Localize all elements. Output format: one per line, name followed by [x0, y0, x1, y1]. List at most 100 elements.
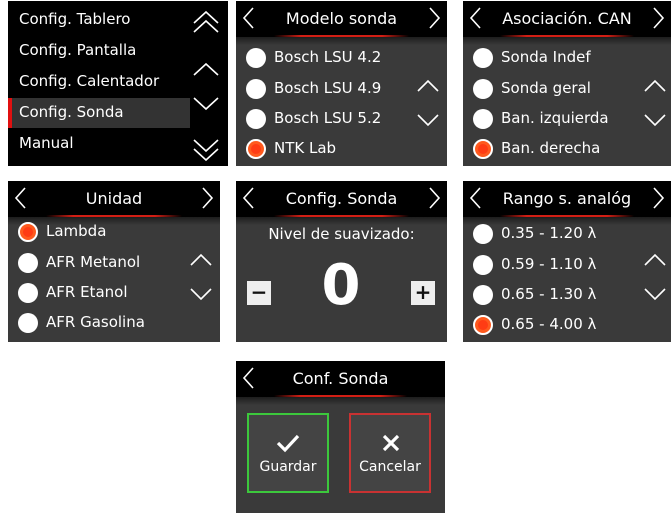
chevron-up-icon[interactable] — [192, 61, 220, 77]
config-menu-panel: Config. Tablero Config. Pantalla Config.… — [8, 1, 228, 166]
radio-option-sonda-geral[interactable]: Sonda geral — [463, 76, 633, 102]
panel-header: Modelo sonda — [236, 1, 447, 45]
chevron-right-icon[interactable] — [652, 6, 666, 30]
panel-title: Config. Sonda — [285, 189, 398, 208]
decrease-button[interactable]: − — [247, 280, 271, 305]
menu-item-config-calentador[interactable]: Config. Calentador — [8, 67, 190, 97]
chevron-up-icon[interactable] — [189, 253, 213, 267]
panel-header: Conf. Sonda — [236, 361, 445, 405]
radio-selected-icon[interactable] — [18, 222, 38, 242]
double-chevron-up-icon[interactable] — [192, 9, 220, 35]
header-shadow — [236, 217, 447, 225]
radio-icon[interactable] — [473, 255, 493, 275]
radio-label: 0.65 - 4.00 λ — [501, 315, 597, 333]
radio-option-range-2[interactable]: 0.59 - 1.10 λ — [463, 252, 633, 278]
radio-label: AFR Gasolina — [46, 313, 145, 331]
menu-item-label: Config. Tablero — [19, 10, 131, 28]
menu-item-label: Config. Calentador — [19, 72, 160, 90]
radio-icon[interactable] — [18, 313, 38, 333]
unidad-panel: Unidad Lambda AFR Metanol AFR Etanol AFR… — [8, 181, 220, 342]
radio-option-afr-metanol[interactable]: AFR Metanol — [8, 250, 178, 276]
chevron-up-icon[interactable] — [416, 79, 440, 93]
smoothing-value: 0 — [321, 253, 361, 318]
menu-item-config-sonda[interactable]: Config. Sonda — [8, 98, 190, 128]
radio-label: 0.59 - 1.10 λ — [501, 255, 597, 273]
panel-title: Rango s. analóg — [502, 189, 632, 208]
radio-option-ntk-lab[interactable]: NTK Lab — [236, 136, 406, 162]
radio-label: Ban. izquierda — [501, 109, 609, 127]
radio-label: AFR Metanol — [46, 253, 141, 271]
minus-label: − — [250, 280, 268, 304]
chevron-up-icon[interactable] — [643, 253, 667, 267]
radio-option-afr-etanol[interactable]: AFR Etanol — [8, 280, 178, 306]
radio-label: Ban. derecha — [501, 139, 601, 157]
chevron-right-icon[interactable] — [428, 186, 442, 210]
menu-item-label: Config. Sonda — [19, 103, 124, 121]
chevron-down-icon[interactable] — [643, 113, 667, 127]
cancel-label: Cancelar — [359, 459, 421, 475]
radio-label: Sonda Indef — [501, 48, 591, 66]
config-sonda-panel: Config. Sonda Nivel de suavizado: − 0 + — [236, 181, 447, 342]
chevron-down-icon[interactable] — [416, 113, 440, 127]
header-shadow — [236, 37, 447, 45]
chevron-right-icon[interactable] — [652, 186, 666, 210]
radio-option-afr-gasolina[interactable]: AFR Gasolina — [8, 310, 178, 336]
chevron-down-icon[interactable] — [189, 287, 213, 301]
menu-item-config-pantalla[interactable]: Config. Pantalla — [8, 36, 190, 66]
radio-option-range-3[interactable]: 0.65 - 1.30 λ — [463, 282, 633, 308]
radio-icon[interactable] — [246, 48, 266, 68]
menu-item-label: Config. Pantalla — [19, 41, 137, 59]
x-icon — [382, 434, 400, 452]
save-label: Guardar — [259, 459, 317, 475]
radio-option-bosch-lsu-49[interactable]: Bosch LSU 4.9 — [236, 76, 406, 102]
radio-label: Lambda — [46, 222, 107, 240]
radio-icon[interactable] — [473, 285, 493, 305]
radio-option-lambda[interactable]: Lambda — [8, 219, 178, 245]
save-button[interactable]: Guardar — [247, 413, 329, 493]
radio-icon[interactable] — [473, 79, 493, 99]
modelo-sonda-panel: Modelo sonda Bosch LSU 4.2 Bosch LSU 4.9… — [236, 1, 447, 166]
chevron-right-icon[interactable] — [428, 6, 442, 30]
radio-icon[interactable] — [246, 109, 266, 129]
radio-label: AFR Etanol — [46, 283, 128, 301]
double-chevron-down-icon[interactable] — [192, 137, 220, 163]
radio-label: Bosch LSU 4.9 — [274, 79, 382, 97]
increase-button[interactable]: + — [411, 280, 435, 305]
radio-icon[interactable] — [473, 109, 493, 129]
radio-option-range-4[interactable]: 0.65 - 4.00 λ — [463, 312, 633, 338]
chevron-up-icon[interactable] — [643, 79, 667, 93]
radio-option-bosch-lsu-52[interactable]: Bosch LSU 5.2 — [236, 106, 406, 132]
asociacion-can-panel: Asociación. CAN Sonda Indef Sonda geral … — [463, 1, 671, 166]
plus-label: + — [414, 280, 432, 304]
radio-label: NTK Lab — [274, 139, 337, 157]
chevron-right-icon[interactable] — [201, 186, 215, 210]
chevron-down-icon[interactable] — [192, 96, 220, 112]
radio-label: Sonda geral — [501, 79, 591, 97]
radio-icon[interactable] — [18, 283, 38, 303]
radio-option-bosch-lsu-42[interactable]: Bosch LSU 4.2 — [236, 45, 406, 71]
chevron-down-icon[interactable] — [643, 287, 667, 301]
radio-label: 0.35 - 1.20 λ — [501, 224, 597, 242]
radio-option-sonda-indef[interactable]: Sonda Indef — [463, 45, 633, 71]
menu-item-config-tablero[interactable]: Config. Tablero — [8, 5, 190, 35]
radio-option-ban-izquierda[interactable]: Ban. izquierda — [463, 106, 633, 132]
radio-selected-icon[interactable] — [473, 315, 493, 335]
radio-icon[interactable] — [473, 48, 493, 68]
conf-sonda-confirm-panel: Conf. Sonda Guardar Cancelar — [236, 361, 445, 513]
radio-icon[interactable] — [473, 224, 493, 244]
panel-header: Asociación. CAN — [463, 1, 671, 45]
radio-selected-icon[interactable] — [246, 139, 266, 159]
header-shadow — [236, 397, 445, 405]
menu-item-label: Manual — [19, 134, 74, 152]
radio-selected-icon[interactable] — [473, 139, 493, 159]
radio-option-range-1[interactable]: 0.35 - 1.20 λ — [463, 221, 633, 247]
header-shadow — [463, 37, 671, 45]
cancel-button[interactable]: Cancelar — [349, 413, 431, 493]
radio-option-ban-derecha[interactable]: Ban. derecha — [463, 136, 633, 162]
panel-title: Asociación. CAN — [502, 9, 632, 28]
menu-item-manual[interactable]: Manual — [8, 129, 190, 159]
radio-icon[interactable] — [18, 253, 38, 273]
panel-header: Unidad — [8, 181, 220, 225]
panel-title: Modelo sonda — [285, 9, 398, 28]
radio-icon[interactable] — [246, 79, 266, 99]
